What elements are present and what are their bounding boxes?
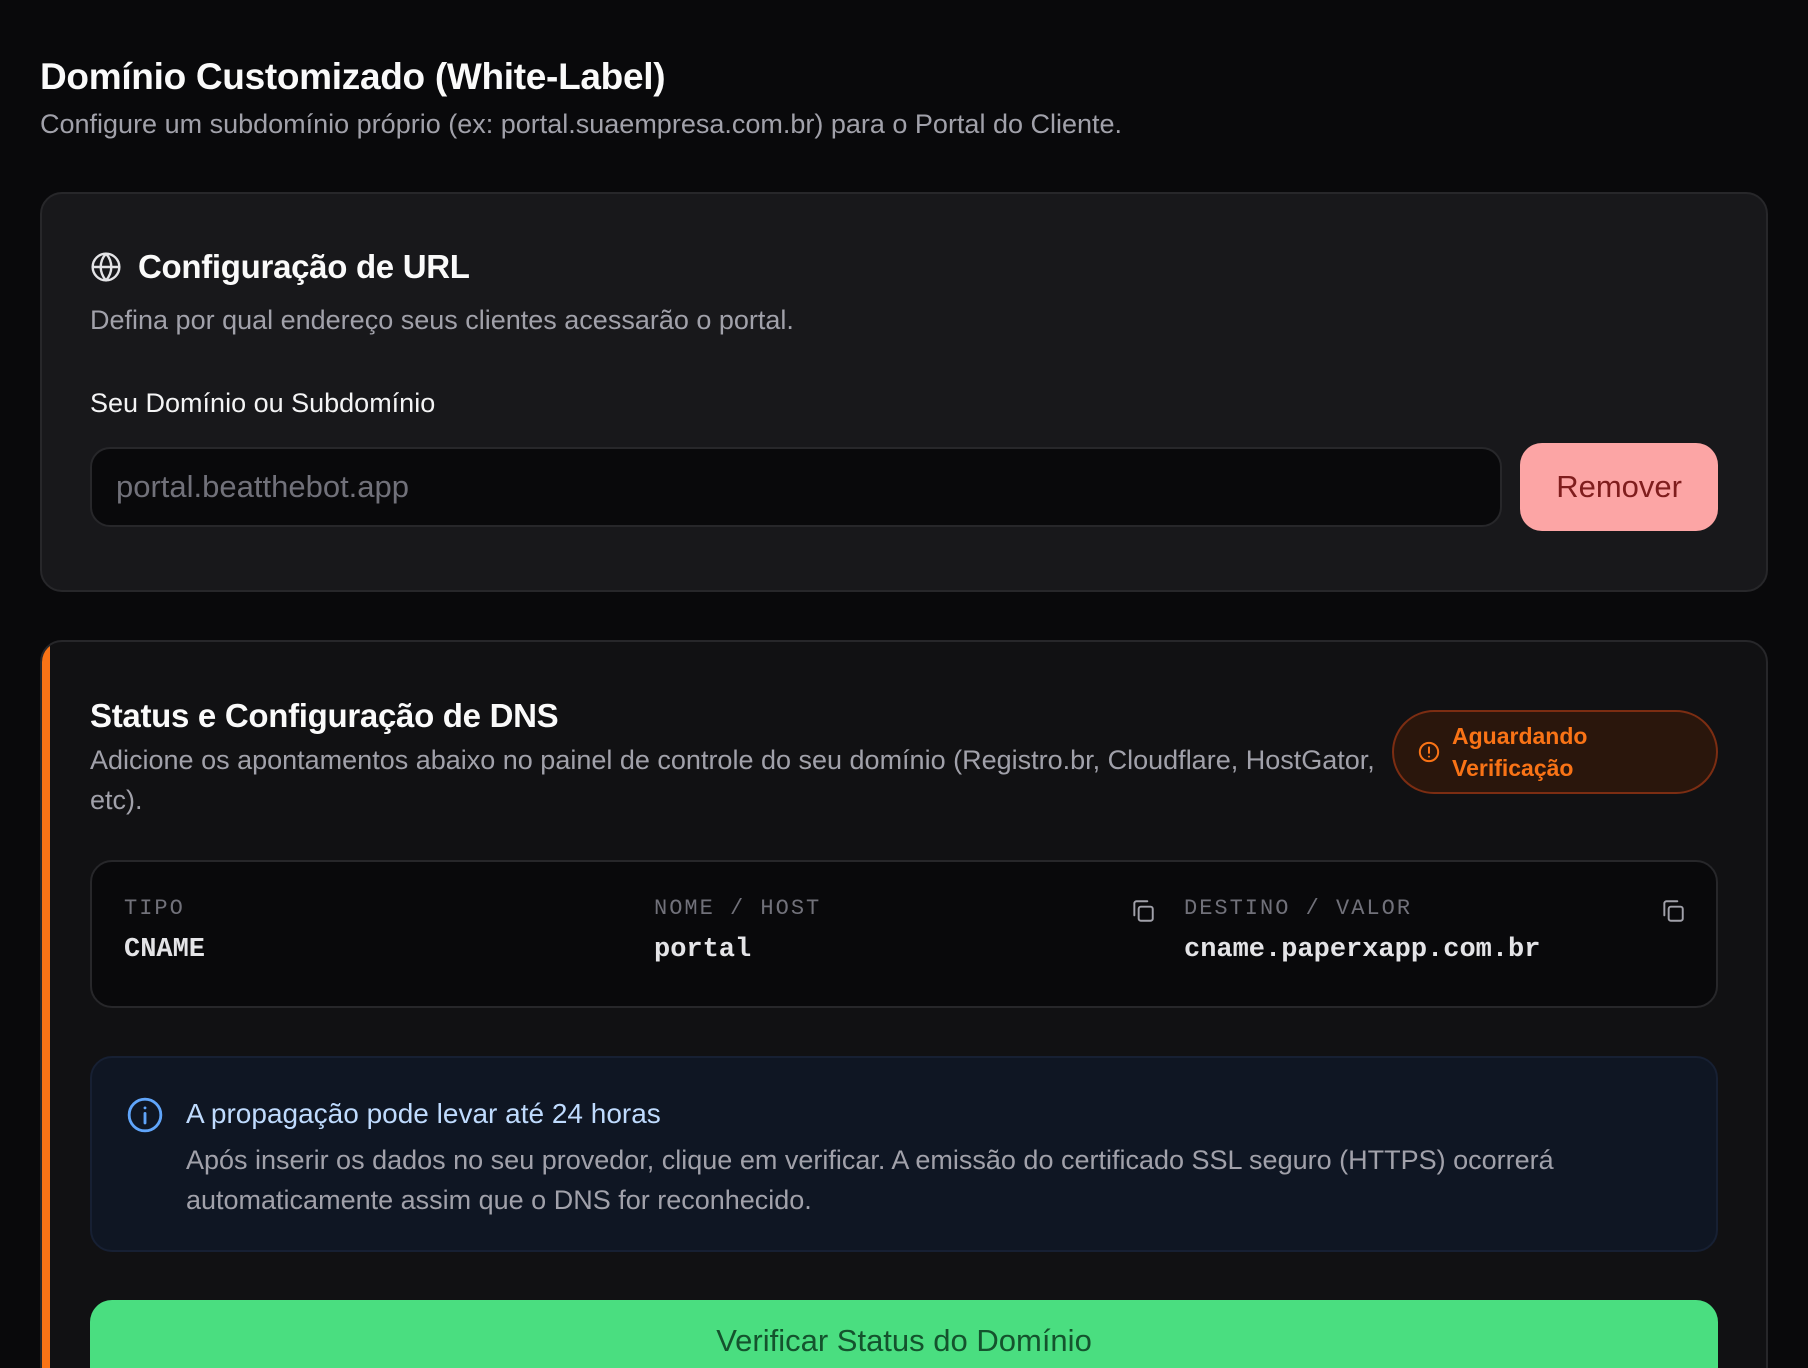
dns-status-card: Status e Configuração de DNS Adicione os… xyxy=(40,640,1768,1368)
dns-value-value: cname.paperxapp.com.br xyxy=(1184,935,1541,965)
url-card-title: Configuração de URL xyxy=(138,248,470,285)
dns-header-text: Status e Configuração de DNS Adicione os… xyxy=(90,696,1390,820)
domain-field-label: Seu Domínio ou Subdomínio xyxy=(90,388,436,418)
globe-icon xyxy=(90,251,122,283)
page: Domínio Customizado (White-Label) Config… xyxy=(0,0,1808,1368)
dns-card-header: Status e Configuração de DNS Adicione os… xyxy=(90,696,1718,820)
dns-type-column: TIPO CNAME xyxy=(124,896,205,965)
domain-field-row: Remover xyxy=(90,443,1718,531)
dns-host-column: NOME / HOST portal xyxy=(654,896,821,965)
dns-host-header: NOME / HOST xyxy=(654,896,822,921)
status-badge: Aguardando Verificação xyxy=(1392,710,1718,794)
dns-record-table: TIPO CNAME NOME / HOST portal DESTINO / … xyxy=(90,860,1718,1008)
url-card-description: Defina por qual endereço seus clientes a… xyxy=(90,305,794,335)
verify-domain-button[interactable]: Verificar Status do Domínio xyxy=(90,1300,1718,1368)
dns-value-column: DESTINO / VALOR cname.paperxapp.com.br xyxy=(1184,896,1540,965)
domain-input[interactable] xyxy=(90,447,1503,527)
dns-card-description: Adicione os apontamentos abaixo no paine… xyxy=(90,745,1375,815)
copy-value-icon[interactable] xyxy=(1660,898,1686,924)
url-card-header: Configuração de URL xyxy=(90,248,1718,286)
remove-button[interactable]: Remover xyxy=(1520,443,1718,531)
dns-card-title: Status e Configuração de DNS xyxy=(90,697,559,734)
status-label: Aguardando Verificação xyxy=(1452,723,1588,781)
dns-type-header: TIPO xyxy=(124,896,185,921)
propagation-info-box: A propagação pode levar até 24 horas Apó… xyxy=(90,1056,1718,1252)
info-description: Após inserir os dados no seu provedor, c… xyxy=(186,1145,1554,1215)
copy-host-icon[interactable] xyxy=(1130,898,1156,924)
status-accent-bar xyxy=(42,642,50,1368)
dns-type-value: CNAME xyxy=(124,935,206,965)
info-text: A propagação pode levar até 24 horas Apó… xyxy=(186,1094,1682,1250)
dns-host-value: portal xyxy=(654,935,752,965)
url-config-card: Configuração de URL Defina por qual ende… xyxy=(40,192,1768,592)
alert-circle-icon xyxy=(1418,741,1440,763)
info-icon xyxy=(126,1096,164,1134)
info-title: A propagação pode levar até 24 horas xyxy=(186,1098,661,1129)
dns-value-header: DESTINO / VALOR xyxy=(1184,896,1413,921)
page-title: Domínio Customizado (White-Label) xyxy=(40,56,666,97)
page-subtitle: Configure um subdomínio próprio (ex: por… xyxy=(40,109,1123,139)
